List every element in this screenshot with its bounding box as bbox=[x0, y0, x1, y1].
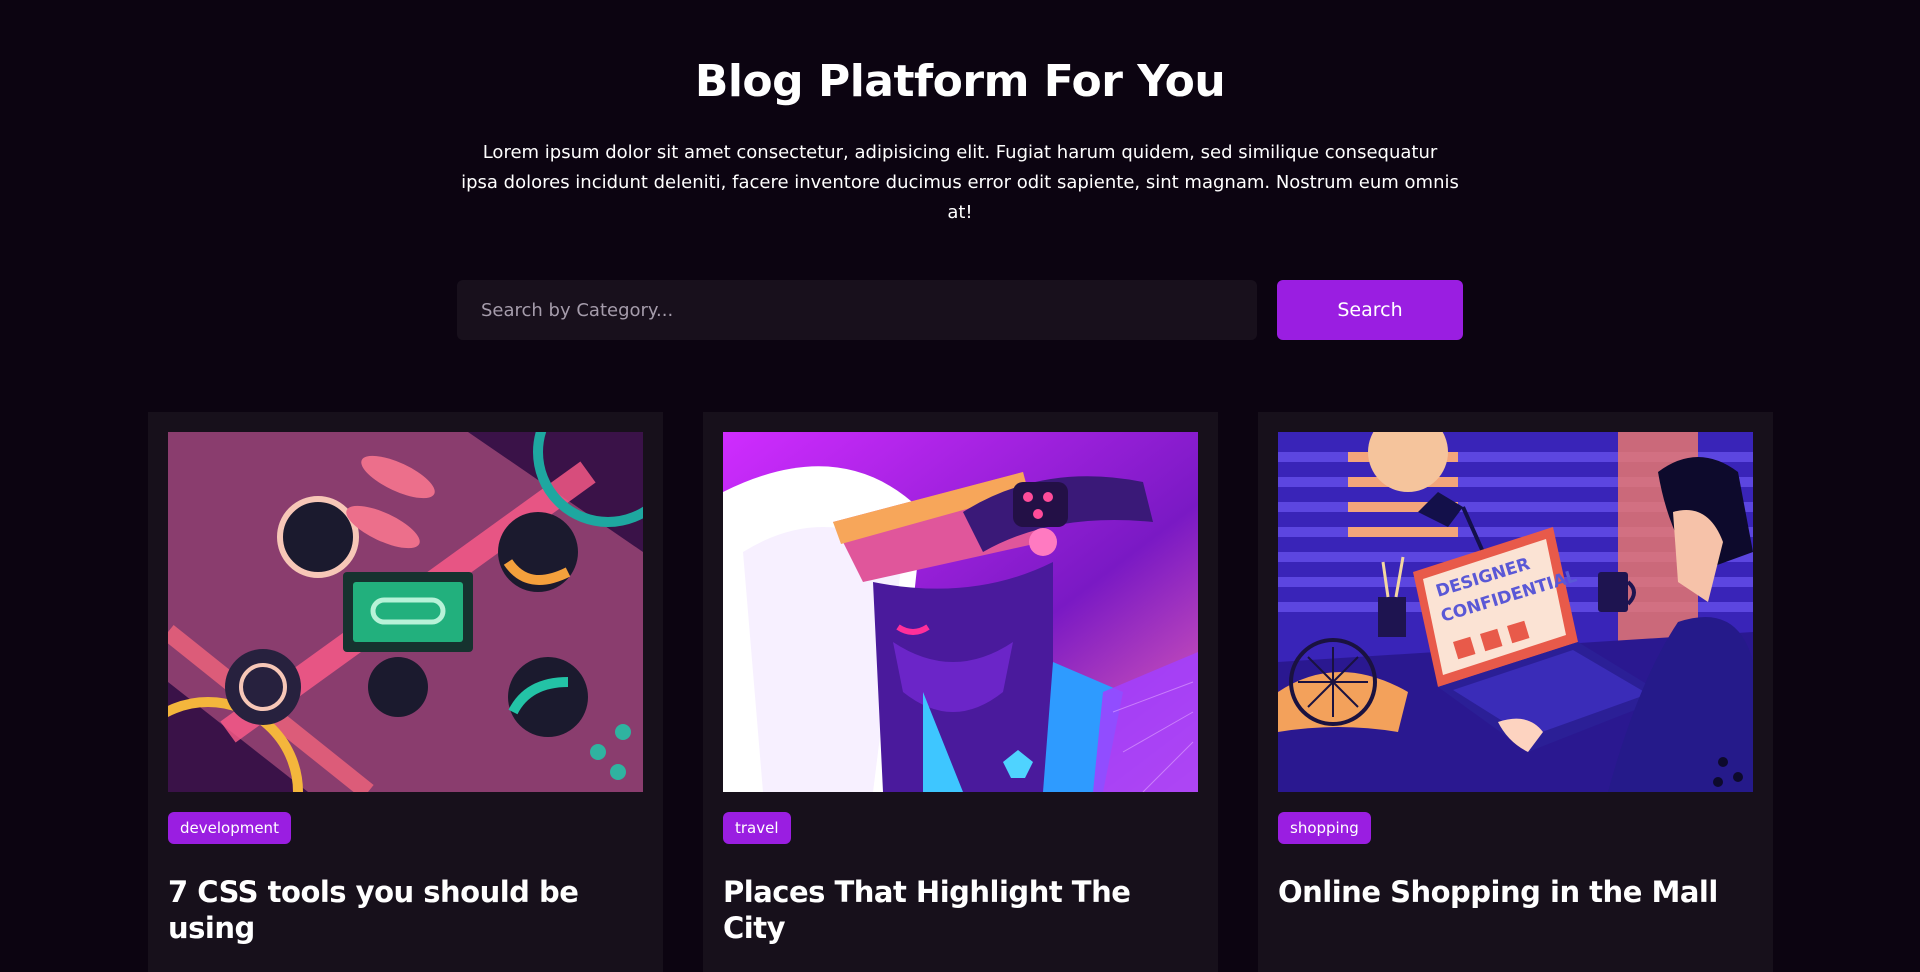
people-around-table-illustration bbox=[168, 432, 643, 792]
vr-headset-woman-illustration bbox=[723, 432, 1198, 792]
post-grid: development 7 CSS tools you should be us… bbox=[148, 412, 1773, 972]
search-button[interactable]: Search bbox=[1277, 280, 1463, 340]
post-image-designer-laptop-desk[interactable]: DESIGNER CONFIDENTIAL bbox=[1278, 432, 1753, 792]
hero-description: Lorem ipsum dolor sit amet consectetur, … bbox=[460, 138, 1460, 228]
category-badge[interactable]: development bbox=[168, 812, 291, 844]
page-title: Blog Platform For You bbox=[694, 56, 1226, 107]
hero-description-line-2: ipsa dolores incidunt deleniti, facere i… bbox=[461, 172, 1459, 223]
post-title[interactable]: Online Shopping in the Mall bbox=[1278, 874, 1753, 910]
post-card[interactable]: development 7 CSS tools you should be us… bbox=[148, 412, 663, 972]
post-card[interactable]: travel Places That Highlight The City bbox=[703, 412, 1218, 972]
search-bar: Search bbox=[0, 280, 1920, 340]
category-badge[interactable]: shopping bbox=[1278, 812, 1371, 844]
post-title[interactable]: 7 CSS tools you should be using bbox=[168, 874, 643, 946]
hero-section: Blog Platform For You Lorem ipsum dolor … bbox=[0, 0, 1920, 228]
post-image-vr-headset-woman[interactable] bbox=[723, 432, 1198, 792]
post-card[interactable]: DESIGNER CONFIDENTIAL shopping Online Sh… bbox=[1258, 412, 1773, 972]
search-input[interactable] bbox=[457, 280, 1257, 340]
designer-laptop-desk-illustration: DESIGNER CONFIDENTIAL bbox=[1278, 432, 1753, 792]
category-badge[interactable]: travel bbox=[723, 812, 791, 844]
post-image-people-around-table[interactable] bbox=[168, 432, 643, 792]
hero-description-line-1: Lorem ipsum dolor sit amet consectetur, … bbox=[482, 142, 1438, 163]
post-title[interactable]: Places That Highlight The City bbox=[723, 874, 1198, 946]
